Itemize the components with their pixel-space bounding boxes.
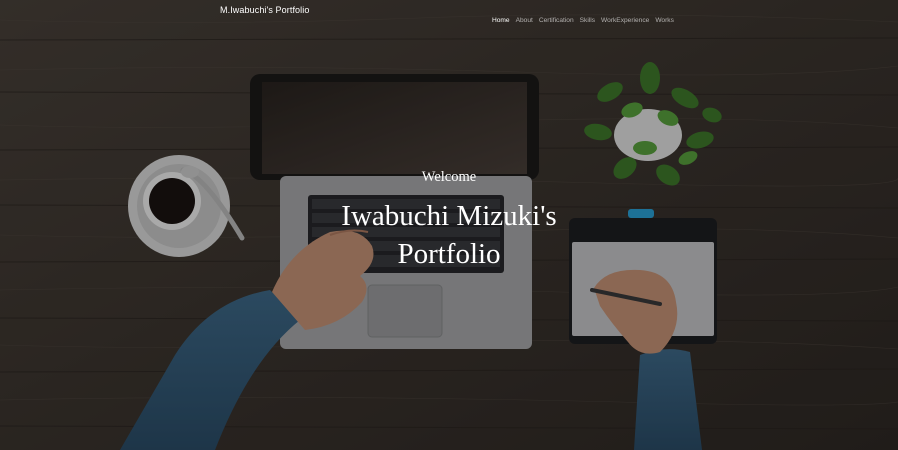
nav-link-certification[interactable]: Certification bbox=[539, 17, 574, 24]
nav-item-works: Works bbox=[655, 7, 674, 26]
nav-item-about: About bbox=[516, 7, 533, 26]
nav-item-certification: Certification bbox=[539, 7, 574, 26]
brand-link[interactable]: M.Iwabuchi's Portfolio bbox=[220, 5, 309, 15]
nav-link-works[interactable]: Works bbox=[655, 17, 674, 24]
nav-item-work-experience: WorkExperience bbox=[601, 7, 649, 26]
nav-item-skills: Skills bbox=[580, 7, 595, 26]
nav-link-home[interactable]: Home bbox=[492, 17, 510, 24]
hero-title-line2: Portfolio bbox=[397, 238, 501, 270]
navbar: M.Iwabuchi's Portfolio Home About Certif… bbox=[0, 0, 898, 24]
nav-links: Home About Certification Skills WorkExpe… bbox=[492, 7, 674, 26]
nav-link-about[interactable]: About bbox=[516, 17, 533, 24]
hero-title-line1: Iwabuchi Mizuki's bbox=[341, 200, 557, 232]
hero-welcome: Welcome bbox=[421, 169, 477, 185]
nav-link-skills[interactable]: Skills bbox=[580, 17, 595, 24]
nav-link-work-experience[interactable]: WorkExperience bbox=[601, 17, 649, 24]
nav-item-home: Home bbox=[492, 7, 510, 26]
